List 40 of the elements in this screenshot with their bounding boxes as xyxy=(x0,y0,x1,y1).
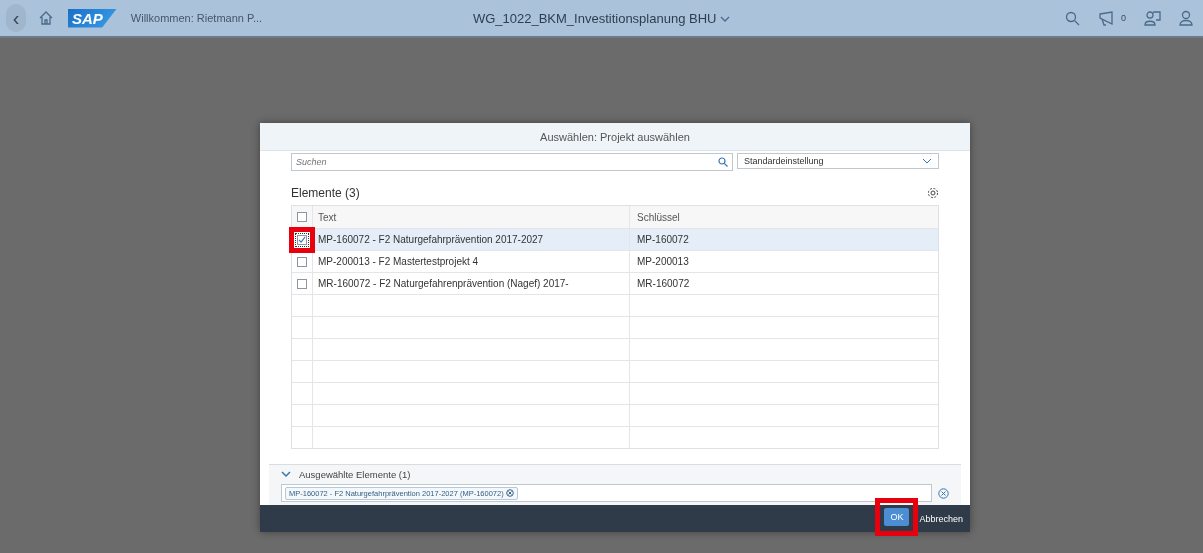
people-icon[interactable] xyxy=(1144,10,1161,26)
chevron-icon[interactable] xyxy=(281,471,291,478)
cancel-button[interactable]: Abbrechen xyxy=(917,509,965,528)
table-cell: MP-160072 - F2 Naturgefahrprävention 2017-2027 xyxy=(318,234,544,245)
user-icon[interactable] xyxy=(1179,10,1193,26)
chevron-icon xyxy=(922,158,932,164)
ok-button[interactable]: OK xyxy=(884,507,910,526)
settings-icon[interactable] xyxy=(927,187,939,199)
list-title: Elemente (3) xyxy=(291,186,360,200)
table-cell: MR-160072 xyxy=(637,278,690,289)
table-cell: MP-200013 xyxy=(637,256,689,267)
dialog-title: Auswählen: Projekt auswählen xyxy=(540,130,690,143)
table-row[interactable]: MP-200013 - F2 Mastertestprojekt 4 MP-200013 xyxy=(292,250,938,272)
table-row[interactable]: MP-160072 - F2 Naturgefahrprävention 2017-2027 MP-160072 xyxy=(292,228,938,250)
remove-icon[interactable] xyxy=(505,489,514,497)
home-icon[interactable] xyxy=(38,10,54,26)
panel-title: Ausgewählte Elemente (1) xyxy=(299,469,411,480)
search-field[interactable]: Suchen xyxy=(291,153,733,171)
megaphone-icon[interactable] xyxy=(1098,10,1115,26)
column-header: Text xyxy=(318,211,337,223)
search-icon[interactable] xyxy=(1065,10,1080,26)
logo[interactable]: SAP xyxy=(68,8,117,28)
welcome-text: Willkommen: Rietmann P... xyxy=(130,12,263,24)
checkbox[interactable] xyxy=(297,234,307,245)
chevron-icon xyxy=(720,14,731,23)
checkbox[interactable] xyxy=(297,278,307,289)
table-cell: MR-160072 - F2 Naturgefahrenprävention (Nagef) 2017- xyxy=(318,278,569,289)
column-header: Schlüssel xyxy=(637,211,680,223)
clear-icon[interactable] xyxy=(938,487,949,499)
back-button[interactable]: ‹ xyxy=(6,4,26,32)
table-row[interactable]: MR-160072 - F2 Naturgefahrenprävention (Nagef) 2017- MR-160072 xyxy=(292,272,938,294)
table-cell: MP-200013 - F2 Mastertestprojekt 4 xyxy=(318,256,479,267)
checkbox[interactable] xyxy=(297,212,307,222)
search-icon[interactable] xyxy=(718,157,728,167)
table-cell: MP-160072 xyxy=(637,234,689,245)
checkbox[interactable] xyxy=(297,256,307,267)
search-input[interactable]: Suchen xyxy=(296,157,718,167)
app-title[interactable]: WG_1022_BKM_Investitionsplanung BHU xyxy=(472,10,731,26)
variant-dropdown[interactable]: Standardeinstellung xyxy=(737,153,939,169)
notification-count: 0 xyxy=(1121,13,1126,23)
